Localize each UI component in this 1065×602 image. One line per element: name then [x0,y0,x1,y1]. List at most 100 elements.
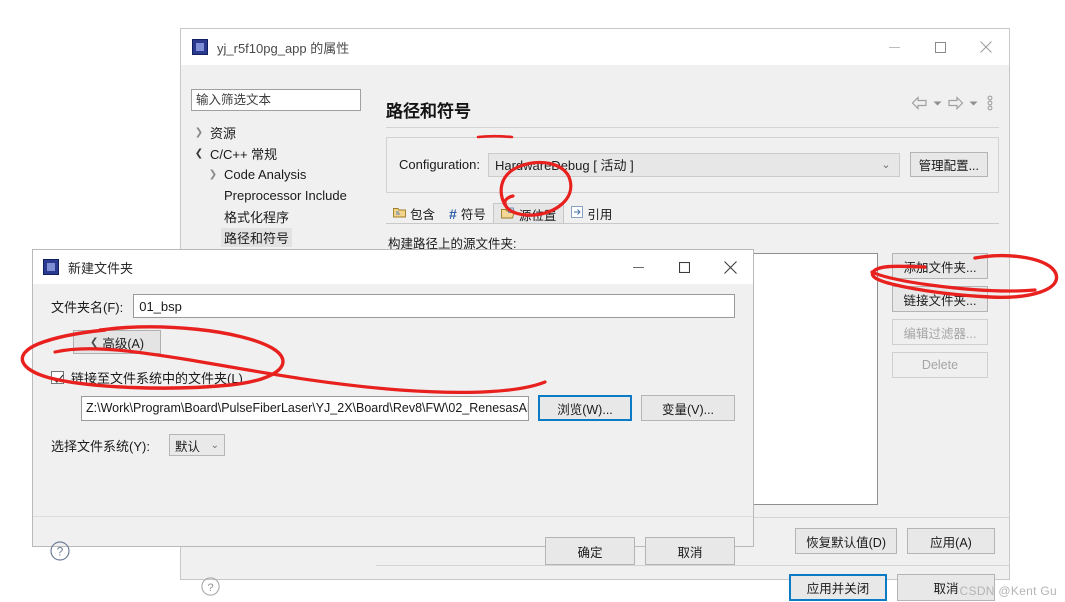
reference-icon [571,206,584,221]
path-row: Z:\Work\Program\Board\PulseFiberLaser\YJ… [81,395,735,421]
chevron-right-icon[interactable]: ❯ [205,169,221,180]
chevron-down-icon[interactable]: ❮ [191,148,207,159]
tree-item-label: Preprocessor Include [224,188,347,203]
tab-label: 包含 [410,208,436,222]
filesystem-value: 默认 [174,439,200,454]
page-title: 路径和符号 [386,102,471,121]
properties-window-title: yj_r5f10pg_app 的属性 [217,40,350,56]
filesystem-combo[interactable]: 默认 ⌄ [168,434,225,456]
properties-window-controls [871,29,1009,65]
chevron-right-icon[interactable]: ❯ [191,127,207,138]
tab-bar: 包含 # 符号 源位置 引用 [386,203,999,224]
tab-label: 引用 [587,208,613,222]
tree-item-label: 资源 [210,126,237,141]
variables-button[interactable]: 变量(V)... [641,395,735,421]
svg-text:?: ? [57,545,64,559]
dialog-cancel-button[interactable]: 取消 [645,537,735,565]
source-folder-actions: 添加文件夹... 链接文件夹... 编辑过滤器... Delete [892,253,988,385]
new-folder-window-controls [615,250,753,284]
close-button[interactable] [707,250,753,284]
advanced-button[interactable]: ❮ 高级(A) [73,330,161,354]
tab-underline [386,223,999,224]
tab-label: 源位置 [518,208,557,223]
chevron-down-icon: ⌄ [881,159,891,171]
advanced-label: 高级(A) [102,336,145,351]
filesystem-label: 选择文件系统(Y): [51,438,150,454]
apply-buttons-group: 恢复默认值(D) 应用(A) [795,528,995,554]
hash-icon: # [449,205,457,222]
help-icon[interactable]: ? [201,577,220,601]
link-to-filesystem-checkbox-row[interactable]: 链接至文件系统中的文件夹(L) [51,368,243,387]
back-dropdown-icon[interactable] [933,100,942,107]
new-folder-footer: ? 确定 取消 [33,517,753,565]
ok-button[interactable]: 确定 [545,537,635,565]
minimize-button[interactable] [615,250,661,284]
tab-source-location[interactable]: 源位置 [492,203,565,224]
source-folder-icon [500,207,515,222]
properties-title-bar: yj_r5f10pg_app 的属性 [181,29,1009,65]
filter-placeholder: 输入筛选文本 [196,93,272,107]
new-folder-title-bar: 新建文件夹 [33,250,753,284]
tree-item-label: C/C++ 常规 [210,147,278,162]
tab-includes[interactable]: 包含 [386,203,442,224]
add-folder-button[interactable]: 添加文件夹... [892,253,988,279]
link-to-filesystem-label: 链接至文件系统中的文件夹(L) [71,371,243,386]
configuration-combo[interactable]: HardwareDebug [ 活动 ] ⌄ [487,152,900,177]
new-folder-body: 文件夹名(F): 01_bsp ❮ 高级(A) 链接至文件系统中的文件夹(L) … [33,284,753,565]
tree-item-label: 格式化程序 [224,210,290,225]
manage-configurations-button[interactable]: 管理配置... [909,152,988,177]
tab-symbols[interactable]: # 符号 [442,203,493,224]
tree-item-label: 路径和符号 [221,228,293,247]
title-separator [386,127,999,128]
filter-input[interactable]: 输入筛选文本 [191,89,361,111]
apply-and-close-button[interactable]: 应用并关闭 [789,574,887,601]
forward-dropdown-icon[interactable] [969,100,978,107]
nav-icons-group [911,95,993,111]
tree-item-preprocessor-include[interactable]: Preprocessor Include [191,185,361,206]
tree-item-cpp-general[interactable]: ❮ C/C++ 常规 [191,143,361,164]
new-folder-dialog-title: 新建文件夹 [68,260,134,276]
apply-button[interactable]: 应用(A) [907,528,995,554]
folder-name-value: 01_bsp [139,298,182,314]
tab-references[interactable]: 引用 [564,203,619,224]
configuration-label: Configuration: [399,157,480,172]
folder-name-row: 文件夹名(F): 01_bsp [51,294,735,318]
final-separator [376,565,1009,566]
chip-icon [192,39,208,55]
chevron-up-icon: ❮ [89,336,99,348]
new-folder-footer-buttons: 确定 取消 [545,537,735,565]
folder-name-input[interactable]: 01_bsp [133,294,735,318]
screenshot-root: yj_r5f10pg_app 的属性 输入筛选文本 ❯ 资源 ❮ C/C++ 常… [0,0,1065,602]
maximize-button[interactable] [917,29,963,65]
view-menu-icon[interactable] [987,95,993,111]
edit-filter-button: 编辑过滤器... [892,319,988,345]
back-arrow-icon[interactable] [911,96,928,110]
tree-item-resource[interactable]: ❯ 资源 [191,122,361,143]
chevron-down-icon: ⌄ [210,439,219,451]
tree-item-label: Code Analysis [224,167,307,182]
forward-arrow-icon[interactable] [947,96,964,110]
minimize-button[interactable] [871,29,917,65]
configuration-group: Configuration: HardwareDebug [ 活动 ] ⌄ 管理… [386,137,999,193]
path-input[interactable]: Z:\Work\Program\Board\PulseFiberLaser\YJ… [81,395,529,421]
delete-button: Delete [892,352,988,378]
browse-button[interactable]: 浏览(W)... [538,395,632,421]
filesystem-row: 选择文件系统(Y): 默认 ⌄ [51,434,225,456]
tree-item-formatter[interactable]: 格式化程序 [191,206,361,227]
path-value: Z:\Work\Program\Board\PulseFiberLaser\YJ… [86,401,529,415]
link-folder-button[interactable]: 链接文件夹... [892,286,988,312]
configuration-value: HardwareDebug [ 活动 ] [494,158,634,173]
restore-defaults-button[interactable]: 恢复默认值(D) [795,528,897,554]
maximize-button[interactable] [661,250,707,284]
tree-item-code-analysis[interactable]: ❯ Code Analysis [191,164,361,185]
help-icon[interactable]: ? [50,541,70,566]
tree-item-paths-and-symbols[interactable]: 路径和符号 [191,227,361,248]
tab-label: 符号 [460,208,486,222]
new-folder-dialog: 新建文件夹 文件夹名(F): 01_bsp ❮ 高级(A) 链接至文件系统中的文… [32,249,754,565]
svg-text:?: ? [207,582,213,594]
chip-icon [43,259,59,275]
watermark: CSDN @Kent Gu [959,584,1057,598]
link-to-filesystem-checkbox[interactable] [51,371,64,384]
close-button[interactable] [963,29,1009,65]
include-folder-icon [393,206,406,221]
